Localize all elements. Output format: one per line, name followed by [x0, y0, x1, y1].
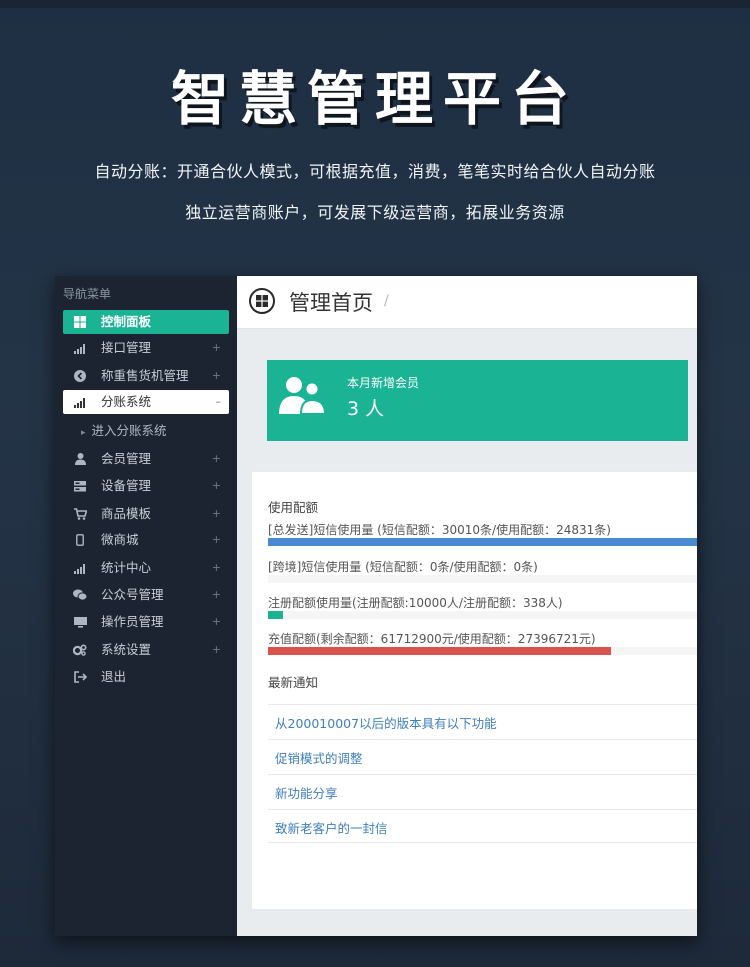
sidebar-item-label: 统计中心 [101, 560, 152, 575]
notice-item: 促销模式的调整 [268, 739, 697, 773]
sidebar-item-label: 商品模板 [101, 506, 152, 521]
notice-item: 致新老客户的一封信 [268, 809, 697, 843]
quota-progress-track [268, 575, 697, 583]
windows-logo-icon [249, 288, 275, 314]
users-icon [277, 374, 327, 420]
hero-title: 智慧管理平台 [170, 65, 579, 133]
sidebar-item-label: 设备管理 [101, 478, 152, 493]
wechat-icon [73, 583, 88, 610]
sidebar-item-label: 系统设置 [101, 642, 152, 657]
sidebar-item-official-account[interactable]: 公众号管理 + [63, 583, 229, 607]
signal-icon [73, 390, 87, 417]
notice-link[interactable]: 新功能分享 [275, 783, 338, 802]
sidebar-item-system-settings[interactable]: 系统设置 + [63, 638, 229, 662]
sidebar-item-operators[interactable]: 操作员管理 + [63, 610, 229, 634]
sidebar: 导航菜单 控制面板 接口管理 + 称重售货机管理 + 分账系统 – ▸ 进入分账… [55, 276, 237, 936]
sidebar-heading: 导航菜单 [63, 287, 112, 301]
quota-progress-track [268, 611, 697, 619]
sidebar-item-label: 公众号管理 [101, 587, 164, 602]
stat-label: 本月新增会员 [347, 376, 420, 390]
quota-label: 充值配额(剩余配额：61712900元/使用配额：27396721元) [268, 632, 596, 646]
quota-progress-fill [268, 647, 612, 655]
notice-link[interactable]: 从200010007以后的版本具有以下功能 [275, 713, 497, 732]
quota-label: 注册配额使用量(注册配额:10000人/注册配额：338人) [268, 596, 563, 610]
sidebar-subitem-label: 进入分账系统 [91, 423, 167, 438]
expand-icon: + [211, 507, 221, 520]
sidebar-subitem-enter-split[interactable]: ▸ 进入分账系统 [81, 420, 231, 442]
windows-icon [73, 310, 87, 337]
expand-icon: + [211, 615, 221, 628]
sidebar-item-split-account[interactable]: 分账系统 – [63, 390, 229, 414]
expand-icon: + [211, 533, 221, 546]
sidebar-item-label: 会员管理 [101, 451, 152, 466]
usage-section-title: 使用配额 [268, 500, 319, 515]
notice-link[interactable]: 促销模式的调整 [275, 748, 363, 767]
sidebar-item-label: 退出 [101, 669, 127, 684]
sidebar-item-members[interactable]: 会员管理 + [63, 447, 229, 471]
breadcrumb-separator: / [384, 293, 389, 309]
sign-out-icon [73, 665, 87, 692]
quota-progress-fill [268, 611, 283, 619]
expand-icon: + [211, 643, 221, 656]
quota-label: [总发送]短信使用量 (短信配额：30010条/使用配额：24831条) [268, 523, 611, 537]
notice-link[interactable]: 致新老客户的一封信 [275, 818, 388, 837]
quota-progress-fill [268, 538, 697, 546]
hero-description-2: 独立运营商账户，可发展下级运营商，拓展业务资源 [185, 203, 565, 222]
quota-progress-track [268, 647, 697, 655]
sidebar-item-devices[interactable]: 设备管理 + [63, 474, 229, 498]
new-members-card: 本月新增会员 3 人 [267, 360, 688, 441]
sidebar-item-label: 称重售货机管理 [101, 368, 189, 383]
expand-icon: + [211, 588, 221, 601]
user-icon [73, 447, 87, 474]
gears-icon [72, 638, 87, 665]
sidebar-item-product-templates[interactable]: 商品模板 + [63, 502, 229, 526]
sidebar-item-label: 分账系统 [101, 394, 152, 409]
hero-description-1: 自动分账：开通合伙人模式，可根据充值，消费，笔笔实时给合伙人自动分账 [94, 162, 656, 181]
expand-icon: + [211, 561, 221, 574]
chevron-circle-icon [73, 364, 87, 391]
sidebar-item-dashboard[interactable]: 控制面板 [63, 310, 229, 334]
mobile-icon [73, 528, 87, 555]
signal-icon [73, 556, 87, 583]
sidebar-item-statistics[interactable]: 统计中心 + [63, 556, 229, 580]
cart-icon [73, 502, 88, 529]
expand-icon: + [211, 369, 221, 382]
notice-item: 新功能分享 [268, 774, 697, 808]
sidebar-item-label: 控制面板 [101, 314, 152, 329]
page-title: 管理首页 [289, 291, 373, 315]
expand-icon: + [211, 452, 221, 465]
sidebar-item-label: 微商城 [101, 532, 139, 547]
sidebar-item-api[interactable]: 接口管理 + [63, 336, 229, 360]
stat-value: 3 人 [347, 398, 385, 420]
server-icon [73, 474, 87, 501]
notice-item: 从200010007以后的版本具有以下功能 [268, 704, 697, 738]
sidebar-item-microshop[interactable]: 微商城 + [63, 528, 229, 552]
quota-label: [跨境]短信使用量 (短信配额：0条/使用配额：0条) [268, 560, 538, 574]
sidebar-item-vending[interactable]: 称重售货机管理 + [63, 364, 229, 388]
signal-icon [73, 336, 87, 363]
expand-icon: + [211, 341, 221, 354]
page-header: 管理首页 / [237, 276, 697, 329]
sidebar-item-label: 操作员管理 [101, 614, 164, 629]
notices-section-title: 最新通知 [268, 675, 319, 690]
quota-progress-track [268, 538, 697, 546]
monitor-icon [73, 610, 87, 637]
quota-and-notices-card: 使用配额 [总发送]短信使用量 (短信配额：30010条/使用配额：24831条… [252, 471, 697, 909]
main-content: 管理首页 / 本月新增会员 3 人 使用配额 [总发送]短信使用量 (短信配额：… [237, 276, 697, 936]
sidebar-item-logout[interactable]: 退出 [63, 665, 229, 689]
expand-icon: + [211, 479, 221, 492]
collapse-icon: – [215, 395, 222, 408]
caret-right-icon: ▸ [81, 428, 86, 438]
top-edge [0, 0, 750, 8]
sidebar-item-label: 接口管理 [101, 340, 152, 355]
admin-screenshot: 导航菜单 控制面板 接口管理 + 称重售货机管理 + 分账系统 – ▸ 进入分账… [55, 276, 697, 936]
